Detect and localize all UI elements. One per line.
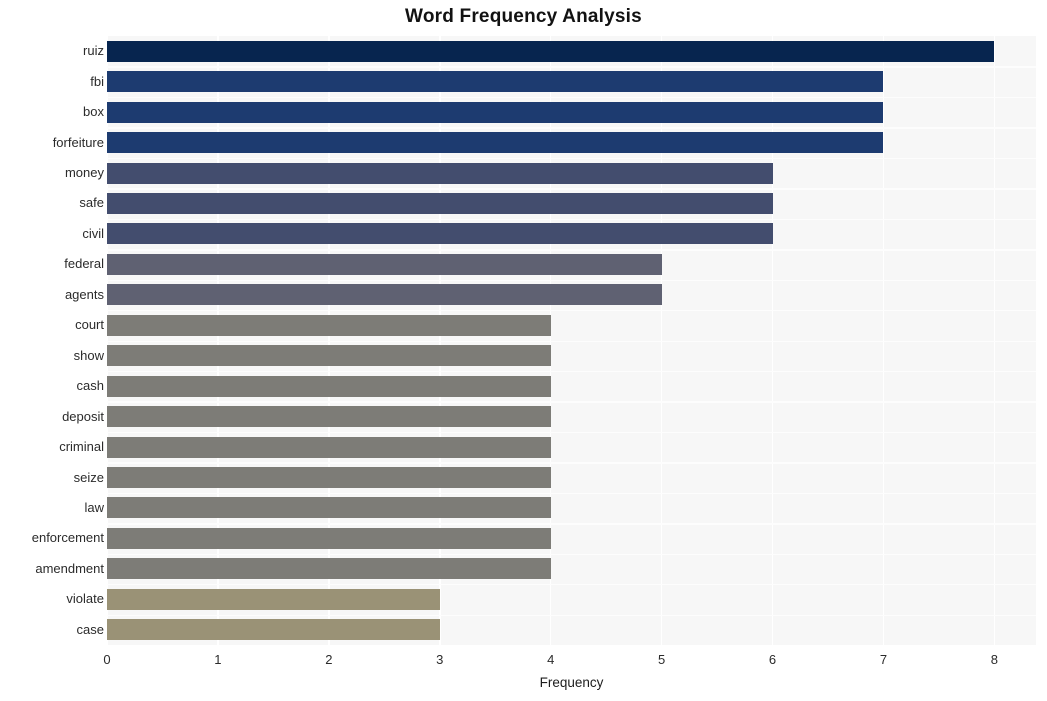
bar — [107, 436, 551, 458]
y-axis-tick-label: deposit — [62, 408, 104, 424]
bar — [107, 467, 551, 489]
bar — [107, 40, 995, 62]
bar — [107, 192, 773, 214]
word-frequency-bar-chart: Word Frequency Analysis ruiz fbi box forfei… — [0, 0, 1047, 701]
gridline-horizontal — [107, 96, 1036, 99]
y-axis-tick-labels: ruiz fbi box forfeiture money safe civil federa… — [0, 36, 104, 645]
bar — [107, 588, 440, 610]
bar — [107, 71, 884, 93]
gridline-horizontal — [107, 523, 1036, 525]
gridline-horizontal — [107, 218, 1036, 221]
bar — [107, 223, 773, 245]
y-axis-tick-label: ruiz — [83, 43, 104, 59]
gridline-horizontal — [107, 188, 1036, 190]
x-axis-tick-label: 5 — [658, 652, 666, 667]
x-axis-tick-label: 4 — [547, 652, 555, 667]
y-axis-tick-label: fbi — [90, 73, 104, 89]
bar — [107, 314, 551, 336]
x-axis-tick-label: 7 — [879, 652, 888, 667]
y-axis-tick-label: law — [84, 499, 104, 515]
x-axis-tick-label: 6 — [768, 652, 777, 667]
y-axis-tick-label: agents — [64, 286, 104, 302]
y-axis-tick-label: case — [76, 621, 104, 637]
gridline-horizontal — [107, 66, 1036, 68]
bar — [107, 253, 662, 275]
y-axis-tick-label: violate — [66, 591, 104, 607]
bar — [107, 406, 551, 428]
bar — [107, 132, 884, 154]
x-axis-tick-labels: 0 1 2 3 4 5 6 7 8 — [103, 652, 1036, 670]
x-axis-tick-label: 0 — [103, 652, 111, 667]
bar — [107, 162, 773, 184]
y-axis-tick-label: show — [73, 347, 104, 363]
y-axis-tick-label: federal — [64, 256, 104, 272]
bar — [107, 375, 551, 397]
bar — [107, 497, 551, 519]
gridline-horizontal — [107, 310, 1036, 312]
y-axis-tick-label: box — [83, 104, 104, 120]
x-axis-label: Frequency — [539, 675, 604, 690]
gridline-horizontal — [107, 553, 1036, 556]
bar — [107, 619, 440, 641]
gridline-horizontal — [107, 462, 1036, 464]
gridline-horizontal — [107, 614, 1036, 616]
gridline-horizontal — [107, 127, 1036, 129]
y-axis-tick-label: money — [64, 165, 104, 181]
y-axis-tick-label: cash — [76, 378, 104, 394]
y-axis-tick-label: civil — [82, 225, 104, 241]
y-axis-tick-label: amendment — [35, 560, 104, 576]
gridline-horizontal — [107, 492, 1036, 495]
gridline-horizontal — [107, 584, 1036, 586]
y-axis-tick-label: forfeiture — [52, 134, 104, 150]
x-axis-tick-label: 2 — [325, 652, 333, 667]
gridline-horizontal — [107, 370, 1036, 373]
chart-title: Word Frequency Analysis — [405, 6, 642, 27]
y-axis-tick-label: seize — [73, 469, 104, 485]
gridline-horizontal — [107, 431, 1036, 434]
bar — [107, 101, 884, 123]
y-axis-tick-label: enforcement — [31, 530, 104, 546]
plot-area — [107, 36, 1036, 645]
bar — [107, 284, 662, 306]
gridline-horizontal — [107, 157, 1036, 160]
x-axis-tick-label: 3 — [436, 652, 444, 667]
bar — [107, 527, 551, 549]
y-axis-tick-label: safe — [79, 195, 104, 211]
bar — [107, 345, 551, 367]
gridline-horizontal — [107, 279, 1036, 281]
x-axis-tick-label: 1 — [214, 652, 222, 667]
x-axis-tick-label: 8 — [990, 652, 998, 667]
gridline-horizontal — [107, 340, 1036, 342]
y-axis-tick-label: criminal — [59, 439, 104, 455]
gridline-horizontal — [107, 249, 1036, 251]
bar — [107, 558, 551, 580]
gridline-horizontal — [107, 401, 1036, 403]
y-axis-tick-label: court — [75, 317, 104, 333]
